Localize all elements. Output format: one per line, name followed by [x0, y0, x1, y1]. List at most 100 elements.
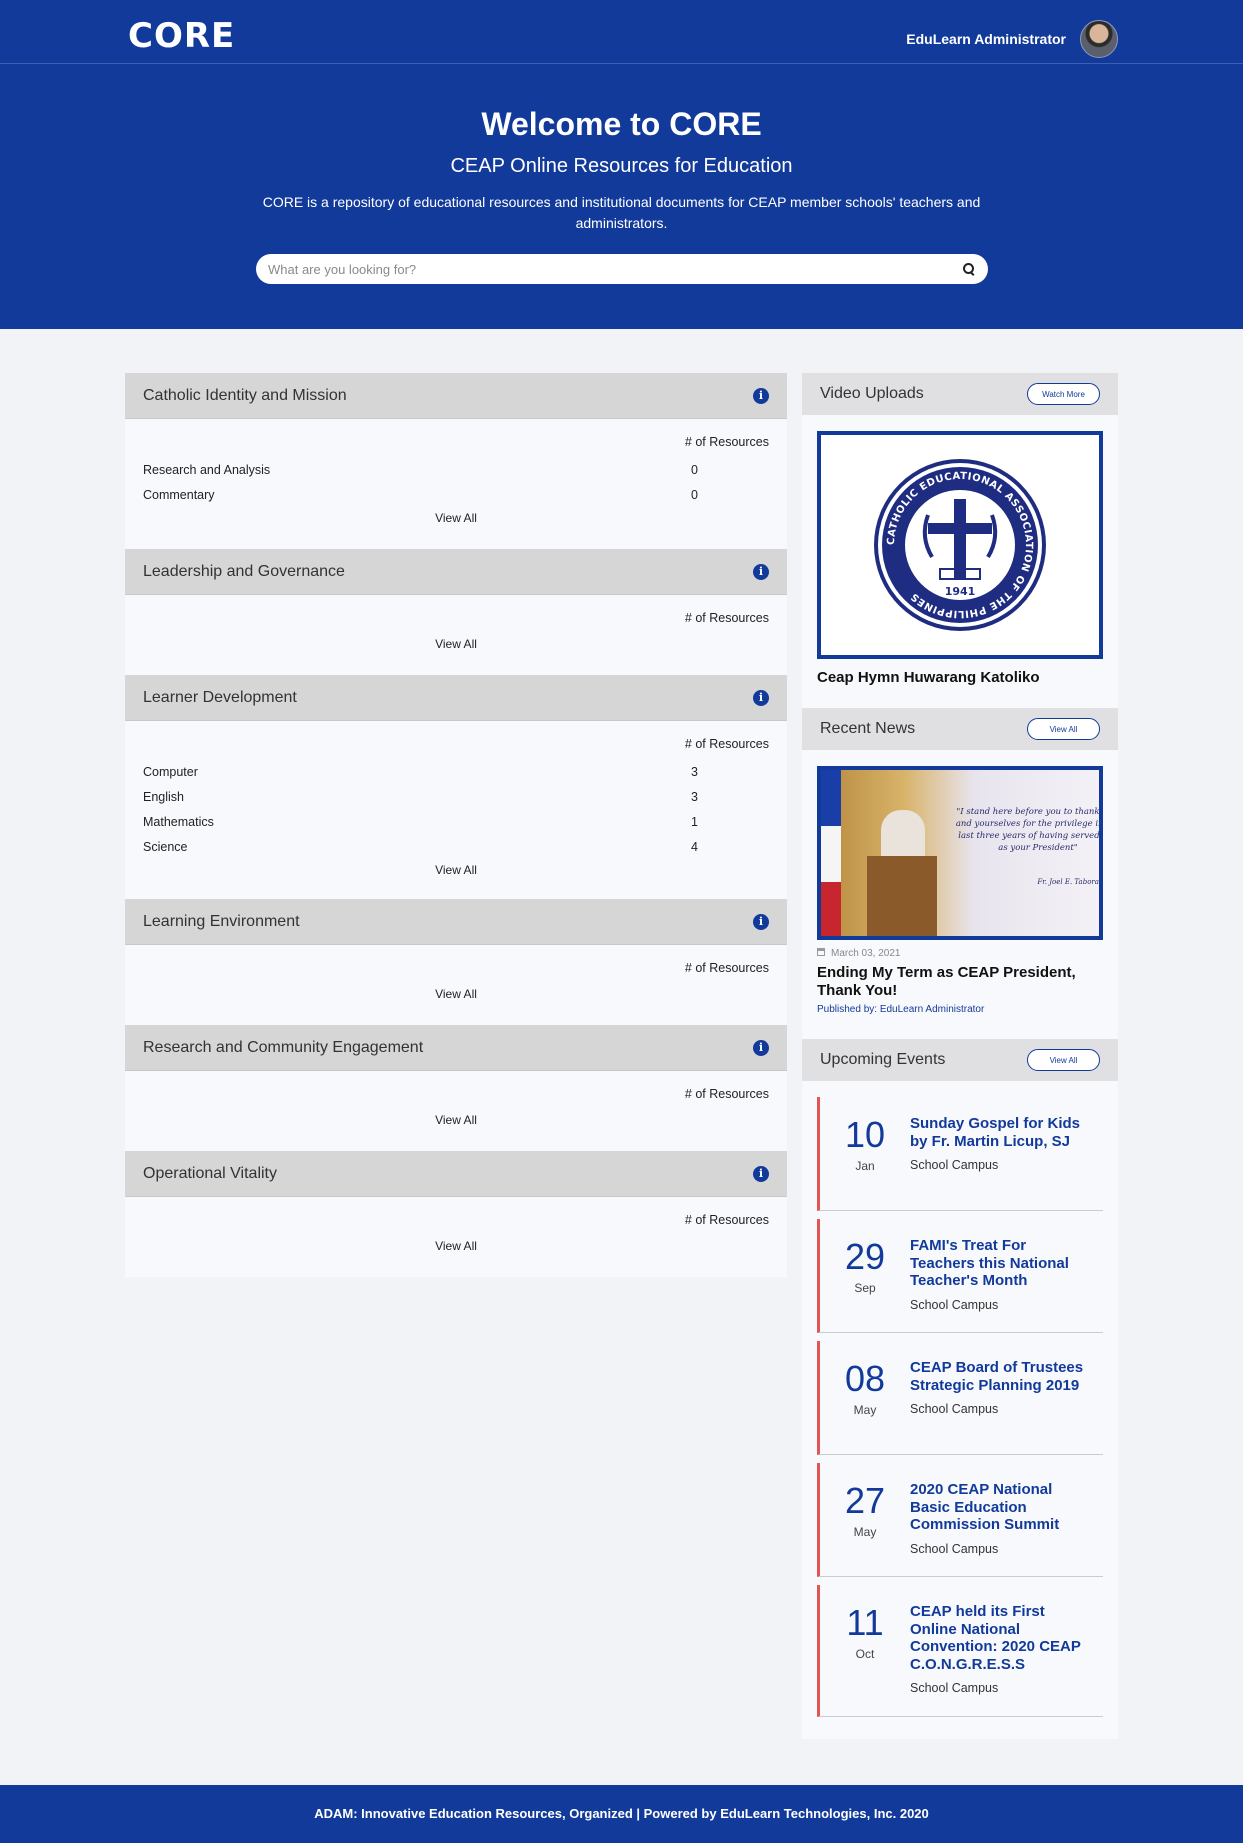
info-icon[interactable]: i [753, 563, 769, 580]
event-location: School Campus [910, 1158, 999, 1172]
category-title: Operational Vitality [143, 1164, 277, 1182]
info-icon[interactable]: i [753, 1165, 769, 1182]
top-navbar: CORE EduLearn Administrator [0, 0, 1243, 64]
category-section: Learning Environment i # of Resources Vi… [125, 899, 787, 1025]
video-uploads-header: Video Uploads Watch More [802, 373, 1118, 415]
view-all-link[interactable]: View All [143, 1113, 769, 1127]
footer-text: ADAM: Innovative Education Resources, Or… [314, 1806, 929, 1821]
events-view-all-button[interactable]: View All [1027, 1049, 1100, 1071]
event-item[interactable]: 08 May CEAP Board of Trustees Strategic … [817, 1341, 1103, 1455]
category-section: Operational Vitality i # of Resources Vi… [125, 1151, 787, 1277]
category-header[interactable]: Catholic Identity and Mission i [125, 373, 787, 419]
category-title: Learning Environment [143, 912, 300, 930]
resource-count: 4 [691, 839, 698, 854]
user-name[interactable]: EduLearn Administrator [906, 31, 1066, 47]
view-all-link[interactable]: View All [143, 511, 769, 525]
category-header[interactable]: Operational Vitality i [125, 1151, 787, 1197]
recent-news-title: Recent News [820, 720, 916, 737]
resources-header: # of Resources [684, 1087, 769, 1101]
resource-name[interactable]: Research and Analysis [143, 463, 270, 477]
news-image[interactable]: "I stand here before you to thank God an… [817, 766, 1103, 940]
resource-row[interactable]: Commentary 0 [143, 482, 769, 507]
event-title[interactable]: CEAP Board of Trustees Strategic Plannin… [910, 1359, 1091, 1394]
view-all-link[interactable]: View All [143, 863, 769, 877]
category-body: # of Resources Computer 3 English 3 Math… [125, 721, 787, 899]
event-month: Sep [854, 1281, 876, 1295]
category-body: # of Resources Research and Analysis 0 C… [125, 419, 787, 549]
event-item[interactable]: 11 Oct CEAP held its First Online Nation… [817, 1585, 1103, 1717]
event-date: 27 May [820, 1463, 910, 1576]
view-all-link[interactable]: View All [143, 1239, 769, 1253]
news-quote-author: Fr. Joel E. Tabora, SJ [1037, 878, 1102, 886]
event-month: May [853, 1525, 877, 1539]
resource-name[interactable]: Science [143, 840, 187, 854]
resource-row[interactable]: Computer 3 [143, 759, 769, 784]
category-body: # of Resources View All [125, 595, 787, 675]
resource-name[interactable]: Computer [143, 765, 198, 779]
resource-name[interactable]: Commentary [143, 488, 215, 502]
podium-graphic [867, 856, 937, 936]
event-date: 29 Sep [820, 1219, 910, 1332]
resource-name[interactable]: English [143, 790, 184, 804]
event-date: 10 Jan [820, 1097, 910, 1210]
info-icon[interactable]: i [753, 913, 769, 930]
resources-header: # of Resources [684, 1213, 769, 1227]
avatar[interactable] [1080, 20, 1118, 58]
news-date-text: March 03, 2021 [831, 948, 901, 959]
logo-text: CORE [128, 16, 236, 56]
event-location: School Campus [910, 1402, 999, 1416]
hero-title: Welcome to CORE [481, 106, 762, 142]
event-item[interactable]: 29 Sep FAMI's Treat For Teachers this Na… [817, 1219, 1103, 1333]
category-header[interactable]: Research and Community Engagement i [125, 1025, 787, 1071]
resource-row[interactable]: Mathematics 1 [143, 809, 769, 834]
category-section: Learner Development i # of Resources Com… [125, 675, 787, 899]
core-logo[interactable]: CORE [128, 16, 235, 56]
video-uploads-title: Video Uploads [820, 385, 924, 402]
category-title: Research and Community Engagement [143, 1038, 424, 1056]
news-headline[interactable]: Ending My Term as CEAP President, Thank … [817, 964, 1103, 1000]
event-title[interactable]: CEAP held its First Online National Conv… [910, 1603, 1091, 1673]
category-section: Leadership and Governance i # of Resourc… [125, 549, 787, 675]
event-day: 08 [844, 1358, 886, 1399]
resource-row[interactable]: English 3 [143, 784, 769, 809]
video-title[interactable]: Ceap Hymn Huwarang Katoliko [817, 669, 1103, 686]
event-info: 2020 CEAP National Basic Education Commi… [910, 1463, 1103, 1576]
resources-header: # of Resources [684, 961, 769, 975]
resource-count: 3 [691, 764, 698, 779]
info-icon[interactable]: i [753, 1039, 769, 1056]
event-item[interactable]: 10 Jan Sunday Gospel for Kids by Fr. Mar… [817, 1097, 1103, 1211]
resource-count: 3 [691, 789, 698, 804]
sidebar-panel: Video Uploads Watch More CATHOLIC EDUCAT… [802, 373, 1118, 1739]
event-title[interactable]: FAMI's Treat For Teachers this National … [910, 1237, 1091, 1290]
category-header[interactable]: Leadership and Governance i [125, 549, 787, 595]
search-input[interactable] [268, 261, 962, 277]
resources-header: # of Resources [684, 737, 769, 751]
watch-more-button[interactable]: Watch More [1027, 383, 1100, 405]
event-title[interactable]: 2020 CEAP National Basic Education Commi… [910, 1481, 1091, 1534]
ceap-seal-icon: CATHOLIC EDUCATIONAL ASSOCIATION OF THE … [874, 459, 1046, 631]
view-all-link[interactable]: View All [143, 637, 769, 651]
view-all-link[interactable]: View All [143, 987, 769, 1001]
event-location: School Campus [910, 1681, 999, 1695]
category-section: Catholic Identity and Mission i # of Res… [125, 373, 787, 549]
category-header[interactable]: Learner Development i [125, 675, 787, 721]
news-published-by: Published by: EduLearn Administrator [817, 1004, 985, 1015]
news-view-all-button[interactable]: View All [1027, 718, 1100, 740]
category-header[interactable]: Learning Environment i [125, 899, 787, 945]
upcoming-events-body: 10 Jan Sunday Gospel for Kids by Fr. Mar… [802, 1081, 1118, 1739]
event-item[interactable]: 27 May 2020 CEAP National Basic Educatio… [817, 1463, 1103, 1577]
category-title: Learner Development [143, 688, 297, 706]
recent-news-body: "I stand here before you to thank God an… [802, 750, 1118, 1039]
info-icon[interactable]: i [753, 387, 769, 404]
event-title[interactable]: Sunday Gospel for Kids by Fr. Martin Lic… [910, 1115, 1091, 1150]
user-menu[interactable]: EduLearn Administrator [906, 20, 1118, 58]
resource-name[interactable]: Mathematics [143, 815, 214, 829]
calendar-icon [817, 948, 825, 956]
video-thumbnail[interactable]: CATHOLIC EDUCATIONAL ASSOCIATION OF THE … [817, 431, 1103, 659]
event-month: Jan [855, 1159, 875, 1173]
resource-row[interactable]: Science 4 [143, 834, 769, 859]
seal-year: 1941 [945, 585, 976, 598]
info-icon[interactable]: i [753, 689, 769, 706]
resource-row[interactable]: Research and Analysis 0 [143, 457, 769, 482]
search-icon[interactable] [962, 262, 976, 276]
